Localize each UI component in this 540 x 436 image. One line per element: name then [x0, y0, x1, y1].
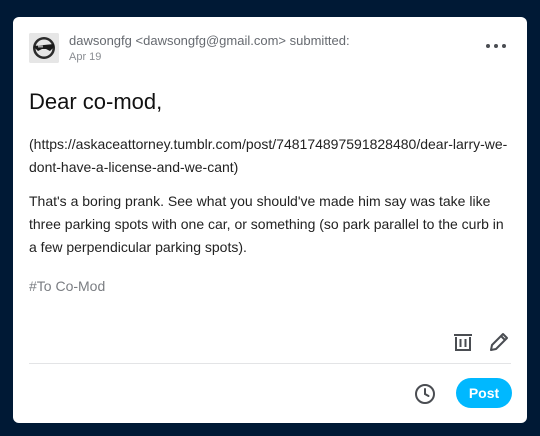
sunglasses-avatar-icon	[29, 33, 59, 63]
edit-button[interactable]	[487, 330, 511, 354]
submitted-label: submitted:	[289, 33, 350, 48]
submission-header: dawsongfg <dawsongfg@gmail.com> submitte…	[29, 31, 511, 67]
submitter-line: dawsongfg <dawsongfg@gmail.com> submitte…	[69, 33, 350, 48]
clock-icon	[415, 384, 435, 404]
submission-date: Apr 19	[69, 51, 102, 63]
submitter-name[interactable]: dawsongfg	[69, 33, 132, 48]
trash-icon	[454, 334, 472, 351]
ellipsis-icon	[494, 44, 498, 48]
submitter-email: <dawsongfg@gmail.com>	[135, 33, 287, 48]
post-tag[interactable]: #To Co-Mod	[29, 278, 105, 294]
post-actions	[449, 330, 513, 356]
ellipsis-icon	[486, 44, 490, 48]
post-title: Dear co-mod,	[29, 89, 163, 114]
post-paragraph: That's a boring prank. See what you shou…	[29, 193, 504, 255]
post-link: (https://askaceattorney.tumblr.com/post/…	[29, 136, 508, 175]
submission-card: dawsongfg <dawsongfg@gmail.com> submitte…	[13, 17, 527, 423]
post-button[interactable]: Post	[456, 378, 512, 408]
post-body: (https://askaceattorney.tumblr.com/post/…	[29, 133, 513, 270]
divider	[29, 363, 511, 364]
delete-button[interactable]	[451, 330, 475, 354]
more-options-button[interactable]	[485, 37, 509, 53]
avatar[interactable]	[29, 33, 59, 63]
pencil-icon	[490, 333, 508, 351]
schedule-button[interactable]	[413, 382, 437, 406]
ellipsis-icon	[502, 44, 506, 48]
